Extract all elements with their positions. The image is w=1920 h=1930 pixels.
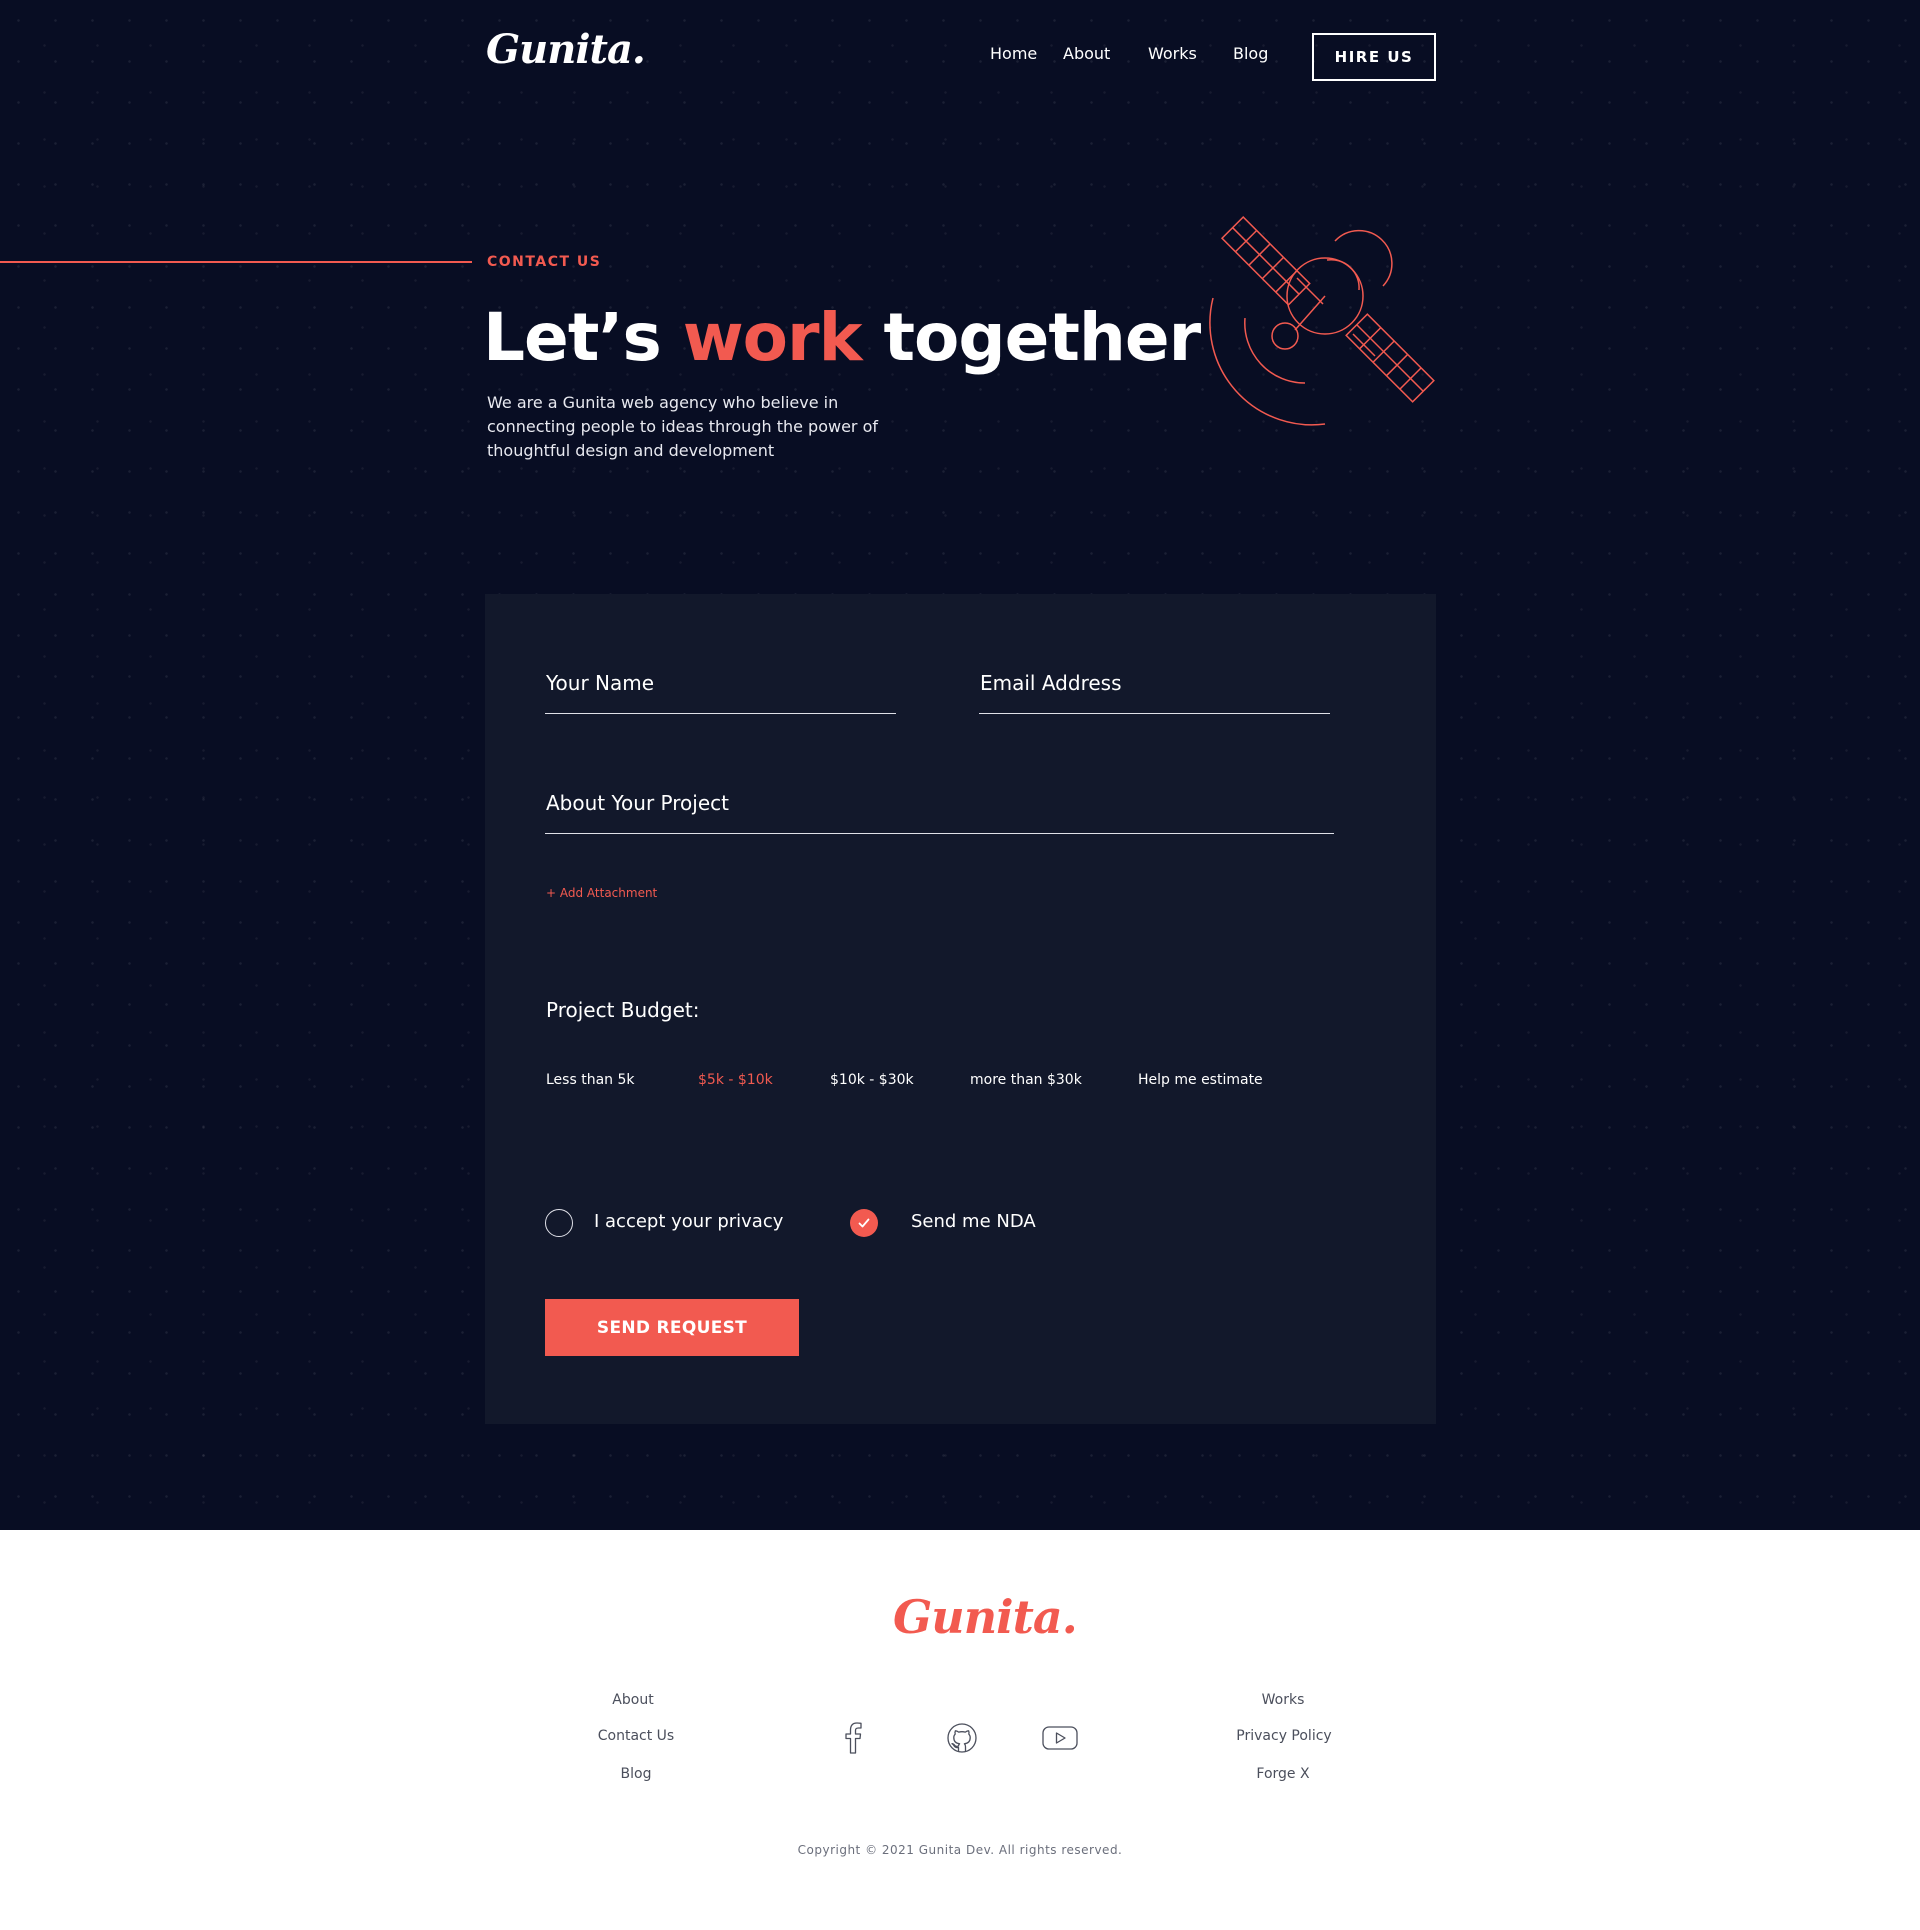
github-icon[interactable]	[942, 1718, 982, 1758]
footer-link-contact[interactable]: Contact Us	[598, 1728, 674, 1744]
add-attachment-link[interactable]: + Add Attachment	[546, 886, 657, 900]
intro-text: We are a Gunita web agency who believe i…	[487, 393, 879, 460]
email-field-label: Email Address	[980, 671, 1122, 695]
accent-divider	[0, 261, 472, 263]
nav-works-link[interactable]: Works	[1148, 44, 1197, 63]
send-request-button[interactable]: SEND REQUEST	[545, 1299, 799, 1356]
youtube-icon[interactable]	[1040, 1718, 1080, 1758]
footer-link-about[interactable]: About	[612, 1692, 653, 1708]
budget-option[interactable]: $10k - $30k	[830, 1072, 914, 1088]
page-title: Let’s work together	[483, 299, 1201, 376]
nav-home-link[interactable]: Home	[990, 44, 1037, 63]
footer-logo[interactable]: Gunita.	[893, 1590, 1078, 1644]
name-field[interactable]: Your Name	[545, 654, 896, 714]
nav-about-link[interactable]: About	[1063, 44, 1110, 63]
budget-option[interactable]: Less than 5k	[546, 1072, 634, 1088]
budget-option[interactable]: more than $30k	[970, 1072, 1082, 1088]
copyright-text: Copyright © 2021 Gunita Dev. All rights …	[797, 1843, 1123, 1857]
facebook-icon[interactable]	[834, 1718, 874, 1758]
footer-link-forge[interactable]: Forge X	[1256, 1766, 1309, 1782]
footer-link-blog[interactable]: Blog	[621, 1766, 652, 1782]
footer-link-privacy[interactable]: Privacy Policy	[1236, 1728, 1331, 1744]
budget-option[interactable]: Help me estimate	[1138, 1072, 1263, 1088]
nda-checkbox[interactable]	[850, 1209, 878, 1237]
nda-checkbox-label: Send me NDA	[911, 1211, 1036, 1232]
email-field[interactable]: Email Address	[979, 654, 1330, 714]
brand-logo[interactable]: Gunita.	[486, 26, 646, 73]
hero-section: Gunita. Home About Works Blog HIRE US CO…	[0, 0, 1920, 1530]
project-field[interactable]: About Your Project	[545, 774, 1334, 834]
budget-label: Project Budget:	[546, 998, 700, 1022]
hire-us-button[interactable]: HIRE US	[1312, 33, 1436, 81]
privacy-checkbox-label: I accept your privacy	[594, 1211, 784, 1232]
contact-form: Your Name Email Address About Your Proje…	[485, 594, 1436, 1424]
section-eyebrow: CONTACT US	[487, 254, 602, 270]
project-field-label: About Your Project	[546, 791, 729, 815]
nav-blog-link[interactable]: Blog	[1233, 44, 1268, 63]
name-field-label: Your Name	[546, 671, 655, 695]
satellite-icon	[1209, 216, 1435, 426]
footer-link-works[interactable]: Works	[1262, 1692, 1305, 1708]
privacy-checkbox[interactable]	[545, 1209, 573, 1237]
budget-option-selected[interactable]: $5k - $10k	[698, 1072, 773, 1088]
check-icon	[858, 1218, 870, 1228]
